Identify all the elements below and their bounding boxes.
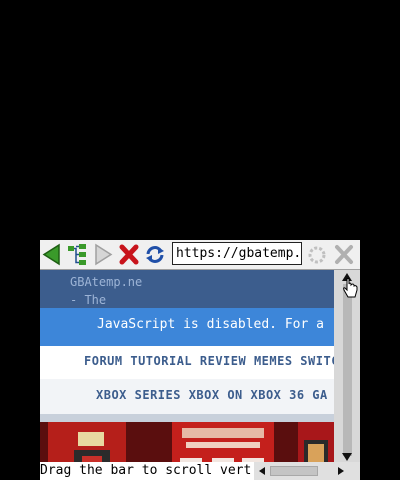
scrollbar-corner (348, 462, 360, 480)
game-cover-1[interactable] (48, 422, 126, 466)
featured-artwork[interactable] (40, 422, 334, 466)
site-nav-secondary: XBOX SERIES XBOX ON XBOX 36 GA (40, 379, 334, 414)
nav-links-primary[interactable]: FORUM TUTORIAL REVIEW MEMES SWITCH (84, 354, 334, 368)
url-field[interactable]: https://gbatemp. (172, 242, 302, 265)
game-cover-3[interactable] (298, 422, 334, 466)
reload-icon[interactable] (144, 242, 166, 267)
hand-cursor-icon (343, 278, 358, 298)
status-bar: Drag the bar to scroll vert (40, 462, 254, 480)
page-viewport[interactable]: GBAtemp.ne - The JavaScript is disabled.… (40, 270, 334, 466)
horizontal-scroll-thumb[interactable] (270, 466, 318, 476)
vertical-scroll-thumb[interactable] (343, 284, 352, 456)
site-title[interactable]: GBAtemp.ne - The (70, 273, 142, 309)
scroll-right-icon[interactable] (336, 466, 346, 476)
javascript-notice-text: JavaScript is disabled. For a (97, 317, 324, 332)
browser-toolbar: https://gbatemp. (40, 240, 360, 270)
vertical-scrollbar[interactable] (334, 270, 360, 466)
forward-icon[interactable] (92, 242, 114, 267)
loading-icon (308, 246, 326, 264)
site-nav-primary: FORUM TUTORIAL REVIEW MEMES SWITCH (40, 346, 334, 379)
sitemap-icon[interactable] (66, 242, 88, 267)
nav-divider (40, 414, 334, 422)
stop-icon[interactable] (118, 242, 140, 267)
browser-window: https://gbatemp. GBAtemp.ne - The JavaSc… (40, 240, 360, 480)
close-icon[interactable] (333, 242, 355, 267)
back-icon[interactable] (41, 242, 63, 267)
game-cover-2[interactable] (172, 422, 274, 466)
nav-links-secondary[interactable]: XBOX SERIES XBOX ON XBOX 36 GA (96, 388, 328, 402)
javascript-notice: JavaScript is disabled. For a (40, 308, 334, 346)
scroll-left-icon[interactable] (257, 466, 267, 476)
site-header: GBAtemp.ne - The (40, 270, 334, 308)
horizontal-scrollbar[interactable] (254, 462, 348, 480)
